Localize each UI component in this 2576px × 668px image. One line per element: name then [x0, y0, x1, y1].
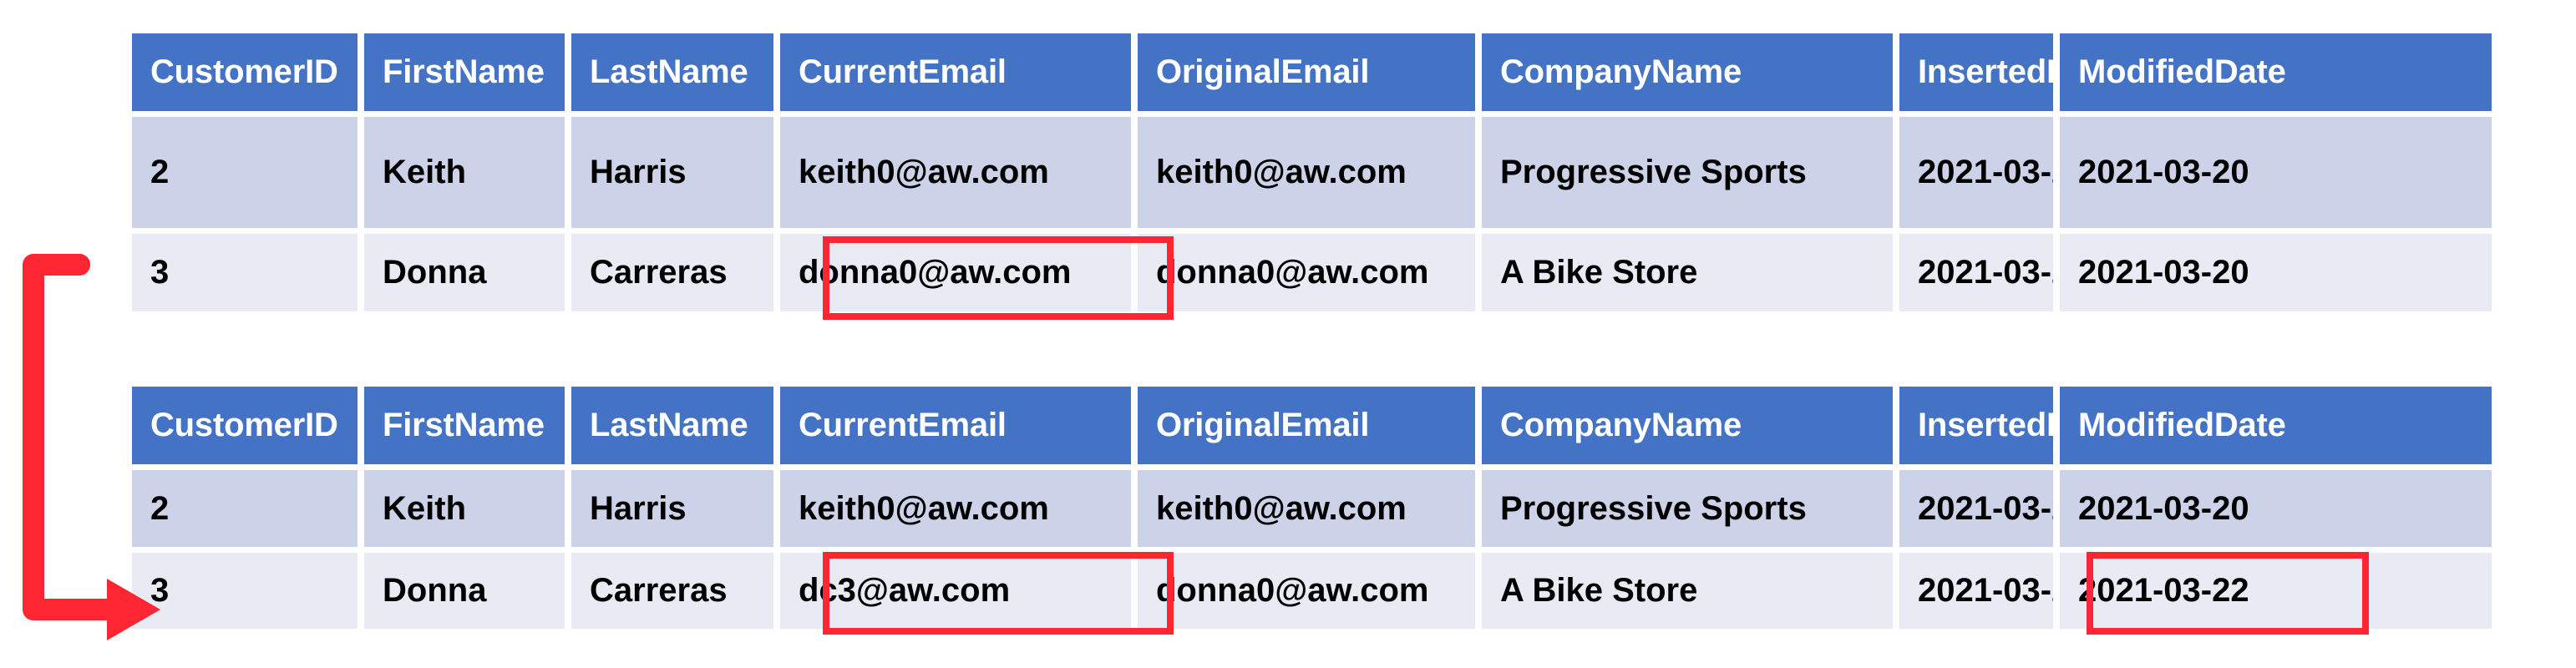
column-header-originalemail[interactable]: OriginalEmail — [1138, 387, 1482, 464]
cell-inserteddate: 2021-03-20 — [1899, 228, 2060, 311]
cell-companyname: Progressive Sports — [1482, 464, 1899, 547]
figure-canvas: CustomerID FirstName LastName CurrentEma… — [0, 0, 2576, 668]
table-row: 2 Keith Harris keith0@aw.com keith0@aw.c… — [132, 111, 2492, 228]
cell-customerid: 2 — [132, 111, 364, 228]
column-header-inserteddate[interactable]: InsertedDate — [1899, 33, 2060, 111]
cell-lastname: Harris — [571, 111, 780, 228]
column-header-companyname[interactable]: CompanyName — [1482, 387, 1899, 464]
column-header-lastname[interactable]: LastName — [571, 387, 780, 464]
cell-companyname: A Bike Store — [1482, 547, 1899, 629]
cell-customerid: 3 — [132, 228, 364, 311]
cell-modifieddate: 2021-03-22 — [2060, 547, 2492, 629]
cell-firstname: Keith — [364, 464, 571, 547]
cell-currentemail: keith0@aw.com — [780, 111, 1138, 228]
column-header-firstname[interactable]: FirstName — [364, 387, 571, 464]
column-header-customerid[interactable]: CustomerID — [132, 33, 364, 111]
cell-lastname: Carreras — [571, 228, 780, 311]
cell-originalemail: donna0@aw.com — [1138, 547, 1482, 629]
cell-customerid: 3 — [132, 547, 364, 629]
cell-firstname: Donna — [364, 547, 571, 629]
table-before: CustomerID FirstName LastName CurrentEma… — [132, 33, 2492, 311]
table-row: 3 Donna Carreras donna0@aw.com donna0@aw… — [132, 228, 2492, 311]
table-row: 3 Donna Carreras dc3@aw.com donna0@aw.co… — [132, 547, 2492, 629]
column-header-customerid[interactable]: CustomerID — [132, 387, 364, 464]
table-after: CustomerID FirstName LastName CurrentEma… — [132, 387, 2492, 629]
cell-originalemail: donna0@aw.com — [1138, 228, 1482, 311]
cell-companyname: A Bike Store — [1482, 228, 1899, 311]
cell-originalemail: keith0@aw.com — [1138, 464, 1482, 547]
cell-modifieddate: 2021-03-20 — [2060, 111, 2492, 228]
cell-inserteddate: 2021-03-20 — [1899, 464, 2060, 547]
cell-modifieddate: 2021-03-20 — [2060, 464, 2492, 547]
cell-firstname: Keith — [364, 111, 571, 228]
column-header-lastname[interactable]: LastName — [571, 33, 780, 111]
cell-lastname: Harris — [571, 464, 780, 547]
column-header-modifieddate[interactable]: ModifiedDate — [2060, 387, 2492, 464]
cell-originalemail: keith0@aw.com — [1138, 111, 1482, 228]
column-header-companyname[interactable]: CompanyName — [1482, 33, 1899, 111]
column-header-originalemail[interactable]: OriginalEmail — [1138, 33, 1482, 111]
cell-currentemail: keith0@aw.com — [780, 464, 1138, 547]
table-header-row: CustomerID FirstName LastName CurrentEma… — [132, 387, 2492, 464]
cell-lastname: Carreras — [571, 547, 780, 629]
column-header-modifieddate[interactable]: ModifiedDate — [2060, 33, 2492, 111]
column-header-firstname[interactable]: FirstName — [364, 33, 571, 111]
cell-currentemail: donna0@aw.com — [780, 228, 1138, 311]
cell-inserteddate: 2021-03-20 — [1899, 111, 2060, 228]
column-header-currentemail[interactable]: CurrentEmail — [780, 33, 1138, 111]
table-row: 2 Keith Harris keith0@aw.com keith0@aw.c… — [132, 464, 2492, 547]
column-header-inserteddate[interactable]: InsertedDate — [1899, 387, 2060, 464]
cell-inserteddate: 2021-03-20 — [1899, 547, 2060, 629]
cell-currentemail: dc3@aw.com — [780, 547, 1138, 629]
cell-firstname: Donna — [364, 228, 571, 311]
cell-companyname: Progressive Sports — [1482, 111, 1899, 228]
cell-customerid: 2 — [132, 464, 364, 547]
column-header-currentemail[interactable]: CurrentEmail — [780, 387, 1138, 464]
table-header-row: CustomerID FirstName LastName CurrentEma… — [132, 33, 2492, 111]
cell-modifieddate: 2021-03-20 — [2060, 228, 2492, 311]
